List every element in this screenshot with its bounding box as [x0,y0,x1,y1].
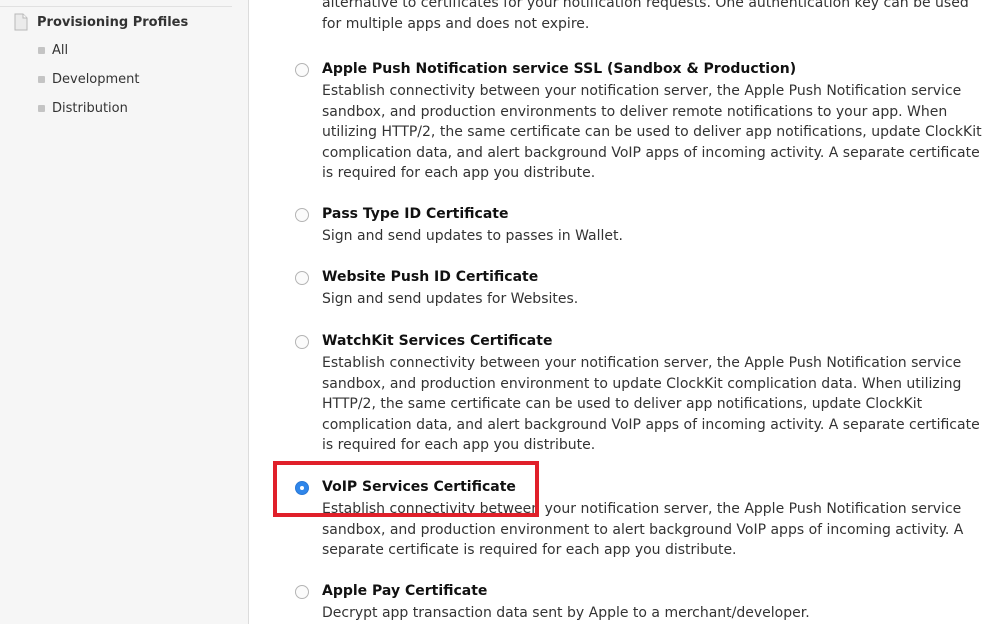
square-bullet-icon [38,104,45,112]
option-title: Apple Pay Certificate [322,583,488,599]
option-title: WatchKit Services Certificate [322,333,553,349]
sidebar-item-label: All [52,42,69,58]
square-bullet-icon [38,46,45,54]
option-description: Establish connectivity between your noti… [322,83,982,181]
radio-button[interactable] [295,335,309,349]
sidebar: Provisioning Profiles All Development Di… [0,0,249,624]
radio-button[interactable] [295,208,309,222]
option-title: VoIP Services Certificate [322,479,516,495]
option-description: Establish connectivity between your noti… [322,355,980,453]
sidebar-item-label: Development [52,71,140,87]
radio-button[interactable] [295,63,309,77]
sidebar-item-label: Distribution [52,100,128,116]
document-icon [14,13,28,31]
radio-button-selected[interactable] [295,481,309,495]
option-description: Establish connectivity between your noti… [322,501,964,558]
sidebar-item-development[interactable]: Development [38,71,140,87]
option-description: Sign and send updates to passes in Walle… [322,228,623,244]
sidebar-section-provisioning-profiles[interactable]: Provisioning Profiles [14,13,188,31]
square-bullet-icon [38,75,45,83]
option-title: Pass Type ID Certificate [322,206,509,222]
radio-button[interactable] [295,585,309,599]
radio-button[interactable] [295,271,309,285]
intro-text: alternative to certificates for your not… [322,0,969,32]
option-title: Website Push ID Certificate [322,269,539,285]
sidebar-divider [0,6,232,7]
sidebar-item-distribution[interactable]: Distribution [38,100,128,116]
certificate-type-list: alternative to certificates for your not… [250,0,1000,624]
option-title: Apple Push Notification service SSL (San… [322,61,797,77]
option-description: Decrypt app transaction data sent by App… [322,605,810,621]
option-description: Sign and send updates for Websites. [322,291,579,307]
sidebar-item-all[interactable]: All [38,42,68,58]
sidebar-section-label: Provisioning Profiles [37,14,189,30]
